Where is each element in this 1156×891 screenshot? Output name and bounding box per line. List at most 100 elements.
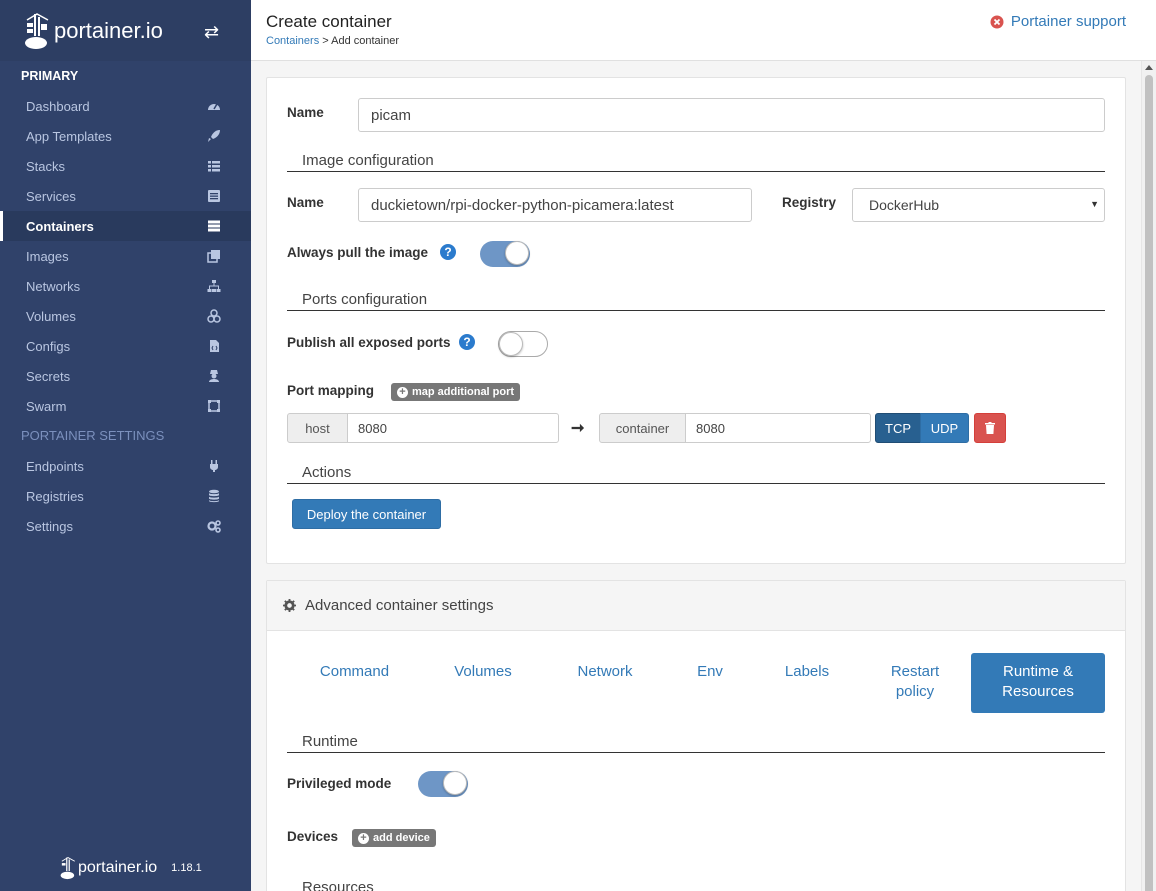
- toggle-knob: [505, 241, 529, 265]
- sidebar-item-label: Containers: [26, 218, 94, 234]
- scroll-up-arrow-icon[interactable]: [1145, 65, 1153, 70]
- sidebar-item-label: Swarm: [26, 398, 67, 414]
- sidebar-item-swarm[interactable]: Swarm: [0, 391, 251, 421]
- name-input[interactable]: picam: [358, 98, 1105, 132]
- deploy-container-button[interactable]: Deploy the container: [292, 499, 441, 529]
- devices-label: Devices: [287, 829, 339, 844]
- list-alt-icon: [208, 190, 220, 202]
- sidebar-item-label: Volumes: [26, 308, 76, 324]
- portainer-logo-small-icon: [60, 857, 75, 880]
- divider: [287, 171, 1105, 172]
- sidebar-item-app-templates[interactable]: App Templates: [0, 121, 251, 151]
- image-name-label: Name: [287, 195, 324, 210]
- clone-icon: [207, 250, 220, 263]
- sidebar-item-secrets[interactable]: Secrets: [0, 361, 251, 391]
- brand-logo[interactable]: portainer.io ⇄: [0, 0, 251, 61]
- sidebar-item-label: Images: [26, 248, 69, 264]
- tab-labels[interactable]: Labels: [771, 662, 843, 682]
- publish-ports-toggle[interactable]: [498, 331, 548, 357]
- sidebar-item-label: Services: [26, 188, 76, 204]
- brand-name: portainer.io: [54, 17, 163, 43]
- toggle-endpoint-icon[interactable]: ⇄: [204, 22, 219, 43]
- page-title: Create container: [266, 12, 392, 31]
- page-scrollbar[interactable]: [1141, 61, 1156, 891]
- sidebar-item-label: Registries: [26, 488, 84, 504]
- sidebar-item-stacks[interactable]: Stacks: [0, 151, 251, 181]
- tab-runtime-resources[interactable]: Runtime & Resources: [971, 653, 1105, 713]
- always-pull-toggle[interactable]: [480, 241, 530, 267]
- sidebar-item-label: Dashboard: [26, 98, 90, 114]
- udp-button[interactable]: UDP: [920, 413, 969, 443]
- support-icon: [990, 15, 1004, 28]
- toggle-knob: [443, 771, 467, 795]
- actions-title: Actions: [302, 464, 352, 481]
- sidebar-item-containers[interactable]: Containers: [0, 211, 251, 241]
- tachometer-icon: [208, 103, 220, 110]
- sidebar-item-networks[interactable]: Networks: [0, 271, 251, 301]
- sidebar-item-services[interactable]: Services: [0, 181, 251, 211]
- trash-icon: [985, 422, 995, 434]
- sidebar-item-label: Configs: [26, 338, 71, 354]
- tab-env[interactable]: Env: [683, 662, 737, 682]
- container-addon: container: [599, 413, 686, 443]
- ports-config-title: Ports configuration: [302, 291, 428, 308]
- advanced-settings-panel: Advanced container settings Command Volu…: [266, 580, 1126, 891]
- help-icon[interactable]: ?: [440, 244, 456, 260]
- tcp-button[interactable]: TCP: [875, 413, 921, 443]
- resources-title: Resources: [302, 879, 374, 891]
- registry-value: DockerHub: [869, 197, 940, 213]
- container-port-input[interactable]: 8080: [685, 413, 871, 443]
- divider: [287, 483, 1105, 484]
- sidebar-item-label: Secrets: [26, 368, 71, 384]
- plug-icon: [210, 460, 218, 472]
- create-container-panel: Name picam Image configuration Name duck…: [266, 77, 1126, 564]
- advanced-settings-header: Advanced container settings: [267, 581, 1125, 631]
- breadcrumb-current: > Add container: [322, 35, 400, 47]
- always-pull-label: Always pull the image: [287, 245, 429, 260]
- sidebar-item-configs[interactable]: Configs: [0, 331, 251, 361]
- registry-select[interactable]: DockerHub ▼: [852, 188, 1105, 222]
- portainer-logo-icon: [25, 12, 49, 49]
- nav-heading-settings: PORTAINER SETTINGS: [21, 428, 165, 443]
- runtime-title: Runtime: [302, 733, 358, 750]
- sidebar-item-settings[interactable]: Settings: [0, 511, 251, 541]
- object-group-icon: [208, 400, 220, 412]
- database-icon: [209, 489, 219, 503]
- sidebar-item-images[interactable]: Images: [0, 241, 251, 271]
- map-additional-port-button[interactable]: + map additional port: [391, 383, 521, 401]
- nav-heading-primary: PRIMARY: [21, 69, 79, 83]
- tab-restart-policy[interactable]: Restart policy: [877, 662, 953, 702]
- sidebar-item-registries[interactable]: Registries: [0, 481, 251, 511]
- version-label: 1.18.1: [171, 862, 202, 874]
- add-device-label: add device: [373, 832, 430, 844]
- privileged-mode-label: Privileged mode: [287, 776, 392, 791]
- help-icon[interactable]: ?: [459, 334, 475, 350]
- cog-icon: [283, 599, 296, 612]
- cogs-icon: [207, 520, 221, 533]
- scrollbar-thumb[interactable]: [1145, 75, 1153, 891]
- tab-network[interactable]: Network: [563, 662, 647, 682]
- server-icon: [208, 220, 220, 232]
- caret-down-icon: ▼: [1090, 199, 1099, 209]
- image-input[interactable]: duckietown/rpi-docker-python-picamera:la…: [358, 188, 752, 222]
- add-device-button[interactable]: + add device: [352, 829, 436, 847]
- plus-circle-icon: +: [358, 832, 369, 844]
- sidebar-item-endpoints[interactable]: Endpoints: [0, 451, 251, 481]
- th-list-icon: [208, 161, 220, 172]
- host-port-input[interactable]: 8080: [347, 413, 559, 443]
- divider: [287, 310, 1105, 311]
- sidebar-item-dashboard[interactable]: Dashboard: [0, 91, 251, 121]
- cubes-icon: [207, 309, 221, 323]
- map-port-label: map additional port: [412, 386, 515, 398]
- sidebar-item-label: App Templates: [26, 128, 112, 144]
- breadcrumb: Containers > Add container: [266, 35, 399, 47]
- breadcrumb-containers-link[interactable]: Containers: [266, 35, 319, 47]
- tab-volumes[interactable]: Volumes: [439, 662, 527, 682]
- portainer-support-link[interactable]: Portainer support: [990, 13, 1126, 30]
- sidebar-item-volumes[interactable]: Volumes: [0, 301, 251, 331]
- tab-command[interactable]: Command: [307, 662, 402, 682]
- toggle-knob: [499, 332, 523, 356]
- remove-port-button[interactable]: [974, 413, 1006, 443]
- privileged-mode-toggle[interactable]: [418, 771, 468, 797]
- sidebar-item-label: Stacks: [26, 158, 66, 174]
